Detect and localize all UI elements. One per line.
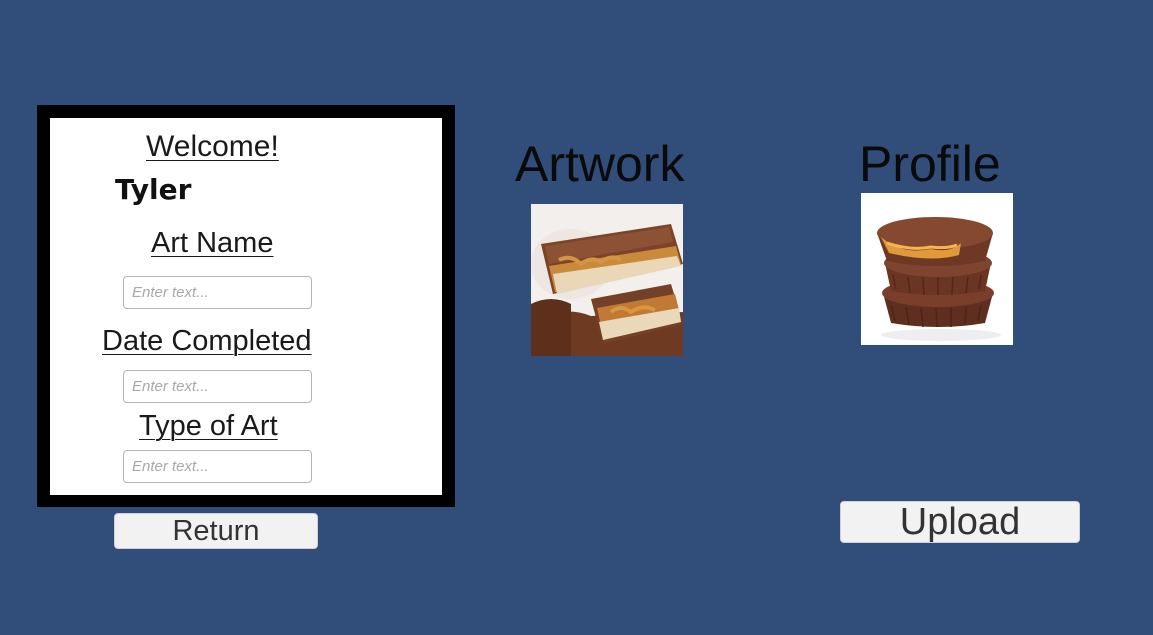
return-button[interactable]: Return (114, 513, 318, 549)
art-name-label: Art Name (151, 227, 274, 259)
peanut-butter-cups-illustration (861, 193, 1013, 345)
upload-button[interactable]: Upload (840, 501, 1080, 543)
date-completed-input[interactable] (123, 370, 312, 403)
form-panel: Welcome! Tyler Art Name Date Completed T… (50, 118, 442, 495)
date-completed-label: Date Completed (102, 325, 312, 357)
artwork-heading: Artwork (515, 136, 685, 192)
art-name-input[interactable] (123, 276, 312, 309)
welcome-label: Welcome! (146, 130, 279, 163)
chocolate-bar-illustration (531, 204, 683, 356)
profile-heading: Profile (859, 136, 1001, 192)
form-panel-frame: Welcome! Tyler Art Name Date Completed T… (37, 105, 455, 507)
username-label: Tyler (115, 173, 192, 206)
type-of-art-input[interactable] (123, 450, 312, 483)
type-of-art-label: Type of Art (139, 410, 278, 442)
profile-image (861, 193, 1013, 345)
artwork-image (531, 204, 683, 356)
